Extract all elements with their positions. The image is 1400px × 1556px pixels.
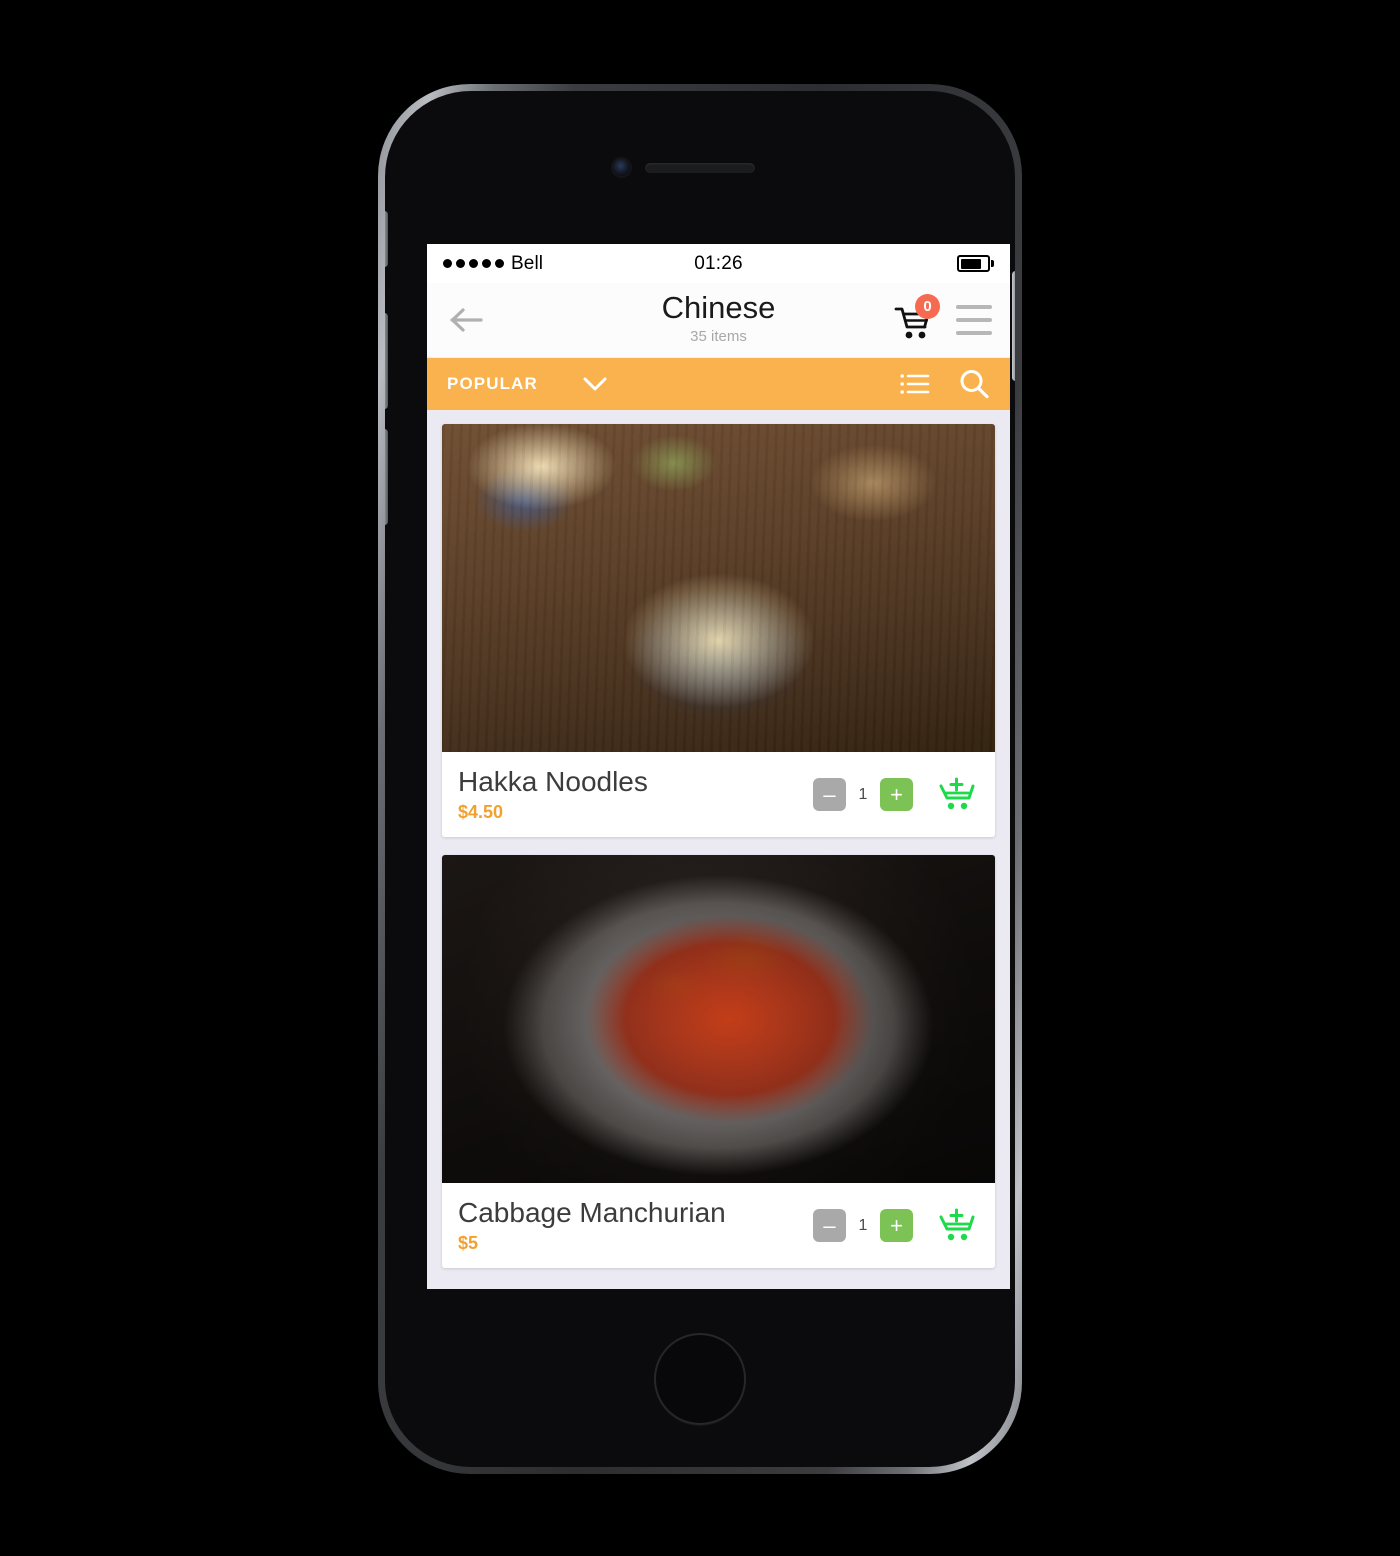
item-photo-cabbage-manchurian[interactable]: [442, 855, 995, 1183]
quantity-stepper: – 1 +: [813, 778, 913, 811]
volume-up-button[interactable]: [385, 313, 388, 409]
item-text-group: Hakka Noodles $4.50: [458, 765, 813, 824]
hamburger-menu-icon: [956, 331, 992, 335]
volume-down-button[interactable]: [385, 429, 388, 525]
item-name: Hakka Noodles: [458, 766, 648, 797]
decrease-quantity-button[interactable]: –: [813, 1209, 846, 1242]
search-button[interactable]: [958, 368, 990, 400]
battery-fill: [960, 258, 982, 269]
item-name: Cabbage Manchurian: [458, 1197, 726, 1228]
earpiece-speaker: [645, 163, 755, 173]
silent-switch[interactable]: [385, 211, 388, 267]
increase-quantity-button[interactable]: +: [880, 1209, 913, 1242]
carrier-name: Bell: [511, 252, 544, 274]
phone-body: Bell 01:26 Chinese 35 items 0 POPULAR Ha…: [385, 91, 1015, 1467]
item-info-row: Hakka Noodles $4.50 – 1 +: [442, 752, 995, 837]
menu-item-list: Hakka Noodles $4.50 – 1 + Cabbage Manchu…: [427, 410, 1010, 1268]
list-view-button[interactable]: [900, 372, 930, 396]
hamburger-menu-icon: [956, 318, 992, 322]
back-button[interactable]: [445, 298, 489, 342]
hamburger-menu-button[interactable]: [956, 305, 992, 335]
category-filter-bar: POPULAR: [427, 358, 1010, 410]
battery-shell: [957, 255, 990, 272]
filter-bar-actions: [900, 368, 990, 400]
signal-strength-icon: [443, 259, 504, 268]
item-price: $4.50: [458, 802, 504, 822]
cart-button[interactable]: 0: [892, 294, 940, 341]
search-icon: [960, 370, 989, 399]
photo-texture-overlay: [442, 855, 995, 1183]
menu-item-card[interactable]: Cabbage Manchurian $5 – 1 +: [442, 855, 995, 1268]
item-price: $5: [458, 1233, 479, 1253]
power-button[interactable]: [1012, 271, 1015, 381]
cart-count-badge: 0: [915, 294, 940, 319]
list-view-icon: [900, 374, 930, 394]
nav-actions: 0: [892, 294, 992, 341]
quantity-stepper: – 1 +: [813, 1209, 913, 1242]
app-nav-bar: Chinese 35 items 0: [427, 283, 1010, 358]
status-bar: Bell 01:26: [427, 244, 1010, 283]
increase-quantity-button[interactable]: +: [880, 778, 913, 811]
arrow-left-icon: [450, 308, 483, 332]
chevron-down-icon: [583, 377, 607, 391]
quantity-value: 1: [858, 785, 868, 803]
add-to-cart-button[interactable]: [935, 1204, 979, 1248]
hamburger-menu-icon: [956, 305, 992, 309]
phone-screen: Bell 01:26 Chinese 35 items 0 POPULAR Ha…: [427, 244, 1010, 1289]
phone-device-frame: Bell 01:26 Chinese 35 items 0 POPULAR Ha…: [378, 84, 1022, 1474]
menu-item-card[interactable]: Hakka Noodles $4.50 – 1 +: [442, 424, 995, 837]
item-photo-hakka-noodles[interactable]: [442, 424, 995, 752]
filter-label[interactable]: POPULAR: [447, 374, 538, 394]
quantity-value: 1: [858, 1216, 868, 1234]
battery-indicator: [957, 255, 994, 272]
home-button[interactable]: [654, 1333, 746, 1425]
add-to-cart-icon: [939, 777, 975, 809]
add-to-cart-button[interactable]: [935, 773, 979, 817]
photo-texture-overlay: [442, 424, 995, 752]
add-to-cart-icon: [939, 1208, 975, 1240]
decrease-quantity-button[interactable]: –: [813, 778, 846, 811]
carrier-group: Bell: [443, 253, 543, 275]
item-info-row: Cabbage Manchurian $5 – 1 +: [442, 1183, 995, 1268]
item-text-group: Cabbage Manchurian $5: [458, 1196, 813, 1255]
battery-cap: [991, 260, 994, 267]
front-camera: [613, 159, 630, 176]
filter-dropdown-button[interactable]: [582, 371, 608, 397]
